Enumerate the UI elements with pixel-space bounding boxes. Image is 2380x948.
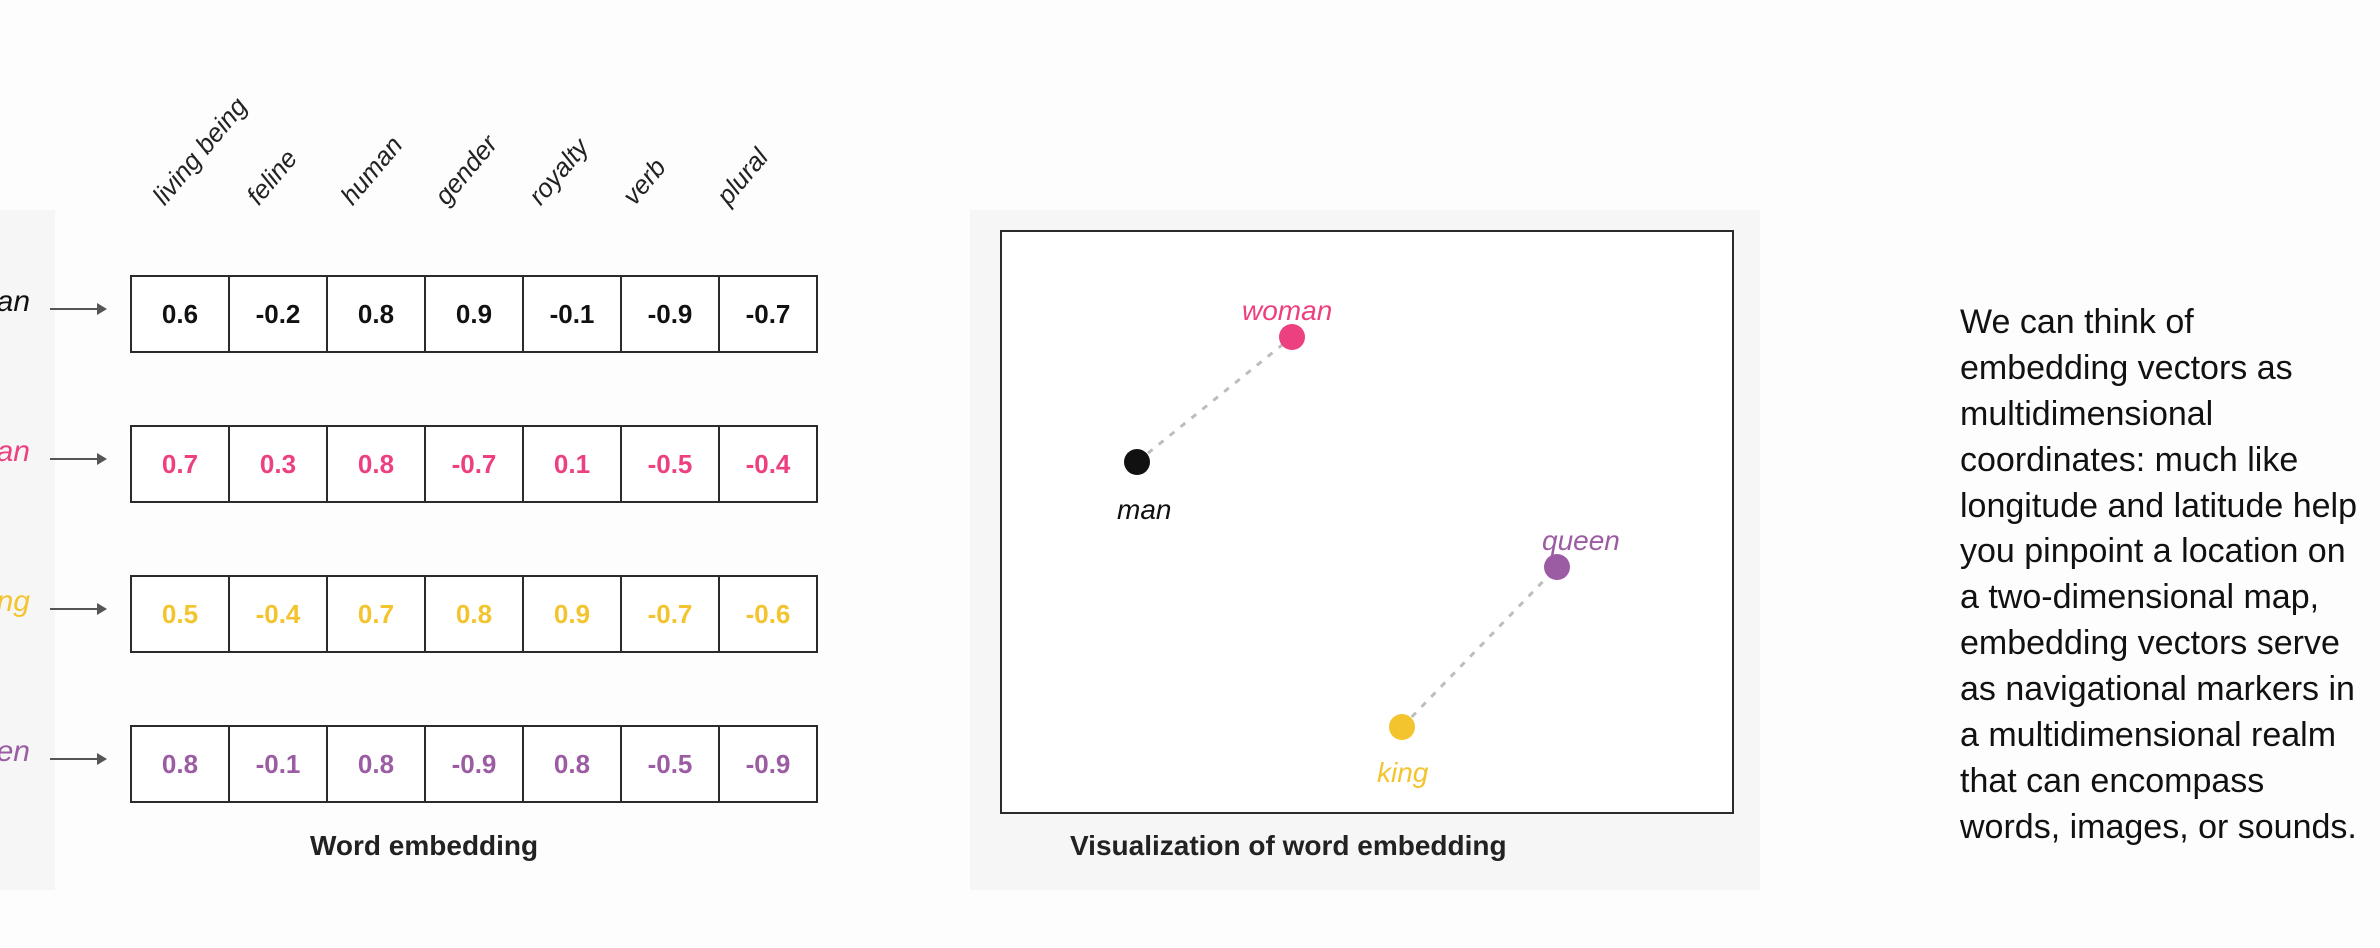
arrow-icon: [50, 758, 105, 760]
arrow-icon: [50, 308, 105, 310]
viz-label-queen: queen: [1542, 525, 1620, 557]
viz-dot-woman: [1279, 324, 1305, 350]
column-header: verb: [616, 152, 672, 211]
embedding-cells: 0.8-0.10.8-0.90.8-0.5-0.9: [130, 725, 818, 803]
description-text: We can think of embedding vectors as mul…: [1960, 300, 2360, 851]
viz-label-king: king: [1377, 757, 1428, 789]
embedding-cell: -0.1: [228, 725, 328, 803]
viz-dot-king: [1389, 714, 1415, 740]
embedding-cell: 0.8: [522, 725, 622, 803]
embedding-cell: -0.5: [620, 725, 720, 803]
embedding-cell: -0.5: [620, 425, 720, 503]
table-row-woman: woman 0.70.30.8-0.70.1-0.5-0.4: [0, 425, 920, 505]
embedding-cell: -0.7: [620, 575, 720, 653]
diagram-stage: living beingfeline human genderroyalty verb…: [0, 0, 2380, 948]
embedding-cell: -0.9: [620, 275, 720, 353]
viz-label-woman: woman: [1242, 295, 1332, 327]
column-headers: living beingfelinehumangenderroyaltyverb…: [140, 60, 1040, 200]
embedding-cell: 0.9: [522, 575, 622, 653]
table-row-queen: queen0.8-0.10.8-0.90.8-0.5-0.9: [0, 725, 920, 805]
word-label-man: man: [0, 285, 30, 319]
embedding-cell: -0.4: [718, 425, 818, 503]
embedding-cells: 0.5-0.40.70.80.9-0.7-0.6: [130, 575, 818, 653]
embedding-cell: -0.6: [718, 575, 818, 653]
table-row-king: king 0.5-0.40.70.80.9-0.7-0.6: [0, 575, 920, 655]
word-label-queen: queen: [0, 735, 30, 769]
viz-line: [1137, 337, 1292, 462]
word-label-woman: woman: [0, 435, 30, 469]
caption-viz: Visualization of word embedding: [1070, 830, 1507, 862]
embedding-cells: 0.6-0.20.80.9-0.1-0.9-0.7: [130, 275, 818, 353]
embedding-cell: -0.7: [424, 425, 524, 503]
table-row-man: man 0.6-0.20.80.9-0.1-0.9-0.7: [0, 275, 920, 355]
viz-panel: man woman king queen: [970, 210, 1760, 890]
column-header: gender: [428, 129, 504, 211]
embedding-cell: -0.4: [228, 575, 328, 653]
embedding-cell: 0.7: [326, 575, 426, 653]
viz-dot-queen: [1544, 554, 1570, 580]
embedding-cell: -0.7: [718, 275, 818, 353]
caption-word-embedding: Word embedding: [310, 830, 538, 862]
viz-lines: [1002, 232, 1732, 812]
embedding-cell: 0.8: [326, 725, 426, 803]
embedding-cell: -0.1: [522, 275, 622, 353]
embedding-cell: 0.7: [130, 425, 230, 503]
embedding-cell: 0.8: [326, 275, 426, 353]
column-header: living being: [146, 91, 253, 211]
embedding-cell: 0.3: [228, 425, 328, 503]
column-header: plural: [710, 142, 775, 211]
viz-label-man: man: [1117, 494, 1171, 526]
column-header: feline: [240, 143, 304, 211]
arrow-icon: [50, 458, 105, 460]
viz-line: [1402, 567, 1557, 727]
embedding-cell: 0.1: [522, 425, 622, 503]
embedding-cell: 0.5: [130, 575, 230, 653]
viz-dot-man: [1124, 449, 1150, 475]
viz-box: man woman king queen: [1000, 230, 1734, 814]
embedding-cell: 0.8: [130, 725, 230, 803]
embedding-cell: -0.9: [424, 725, 524, 803]
embedding-cell: 0.6: [130, 275, 230, 353]
embedding-cells: 0.70.30.8-0.70.1-0.5-0.4: [130, 425, 818, 503]
embedding-cell: 0.9: [424, 275, 524, 353]
embedding-cell: -0.2: [228, 275, 328, 353]
column-header: royalty: [522, 132, 595, 211]
embedding-cell: -0.9: [718, 725, 818, 803]
embedding-cell: 0.8: [326, 425, 426, 503]
embedding-cell: 0.8: [424, 575, 524, 653]
column-header: human: [334, 130, 409, 211]
arrow-icon: [50, 608, 105, 610]
word-label-king: king: [0, 585, 30, 619]
